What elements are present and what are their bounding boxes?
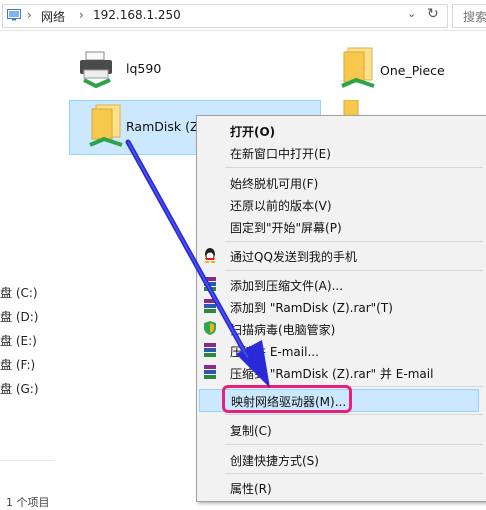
- shared-folder-icon: [89, 104, 123, 147]
- menu-separator: [225, 167, 483, 168]
- winrar-icon: [204, 365, 216, 379]
- menu-item-properties[interactable]: 属性(R): [197, 477, 486, 498]
- printer-icon: [80, 51, 112, 89]
- breadcrumb-network[interactable]: 网络: [41, 8, 65, 25]
- menu-separator: [225, 473, 483, 474]
- menu-separator: [225, 444, 483, 445]
- network-folder-icon: [7, 9, 21, 21]
- address-bar: › 网络 › 192.168.1.250 ⌄ ↻ 搜索: [0, 0, 486, 31]
- status-item-count: 1 个项目: [6, 496, 50, 509]
- folder-icon: [343, 100, 359, 116]
- item-one-piece[interactable]: One_Piece: [330, 44, 486, 96]
- breadcrumb-host[interactable]: 192.168.1.250: [93, 8, 181, 22]
- refresh-icon[interactable]: ↻: [427, 6, 439, 22]
- menu-item-copy[interactable]: 复制(C): [197, 419, 486, 440]
- nav-drive-g[interactable]: 盘 (G:): [0, 380, 39, 397]
- menu-item-create-shortcut[interactable]: 创建快捷方式(S): [197, 449, 486, 470]
- chevron-right-icon: ›: [27, 8, 32, 22]
- winrar-icon: [204, 343, 216, 357]
- context-menu: 打开(O) 在新窗口中打开(E) 始终脱机可用(F) 还原以前的版本(V) 固定…: [196, 115, 486, 502]
- qq-icon: [204, 248, 216, 263]
- menu-item-qq-send[interactable]: 通过QQ发送到我的手机: [197, 245, 486, 266]
- shared-folder-icon: [341, 47, 375, 88]
- navigation-pane: 盘 (C:) 盘 (D:) 盘 (E:) 盘 (F:) 盘 (G:): [0, 31, 54, 505]
- item-ramdisk-label: RamDisk (Z): [126, 119, 204, 134]
- menu-item-add-rar[interactable]: 添加到 "RamDisk (Z).rar"(T): [197, 296, 486, 317]
- winrar-icon: [204, 277, 216, 291]
- menu-item-restore-previous[interactable]: 还原以前的版本(V): [197, 194, 486, 215]
- shield-icon: [204, 321, 216, 335]
- menu-item-pin-start[interactable]: 固定到"开始"屏幕(P): [197, 216, 486, 237]
- menu-separator: [225, 270, 483, 271]
- nav-drive-c[interactable]: 盘 (C:): [0, 284, 38, 301]
- address-box[interactable]: › 网络 › 192.168.1.250 ⌄ ↻: [2, 4, 448, 28]
- item-one-piece-label: One_Piece: [380, 63, 445, 78]
- chevron-down-icon[interactable]: ⌄: [407, 7, 416, 20]
- nav-drive-d[interactable]: 盘 (D:): [0, 308, 38, 325]
- chevron-right-icon: ›: [79, 8, 84, 22]
- menu-item-compress-rar-email[interactable]: 压缩到 "RamDisk (Z).rar" 并 E-mail: [197, 362, 486, 383]
- winrar-icon: [204, 299, 216, 313]
- nav-drive-f[interactable]: 盘 (F:): [0, 356, 35, 373]
- menu-separator: [225, 414, 483, 415]
- menu-separator: [225, 241, 483, 242]
- item-printer[interactable]: lq590: [76, 46, 216, 94]
- search-input[interactable]: 搜索: [452, 4, 486, 28]
- search-placeholder: 搜索: [463, 10, 486, 24]
- menu-item-virus-scan[interactable]: 扫描病毒(电脑管家): [197, 318, 486, 339]
- menu-item-open[interactable]: 打开(O): [197, 120, 486, 141]
- menu-item-compress-email[interactable]: 压缩并 E-mail...: [197, 340, 486, 361]
- menu-item-always-offline[interactable]: 始终脱机可用(F): [197, 172, 486, 193]
- annotation-highlight-box: [222, 385, 352, 413]
- item-printer-label: lq590: [126, 61, 162, 76]
- nav-drive-e[interactable]: 盘 (E:): [0, 332, 37, 349]
- menu-item-open-new-window[interactable]: 在新窗口中打开(E): [197, 142, 486, 163]
- menu-item-add-archive[interactable]: 添加到压缩文件(A)...: [197, 274, 486, 295]
